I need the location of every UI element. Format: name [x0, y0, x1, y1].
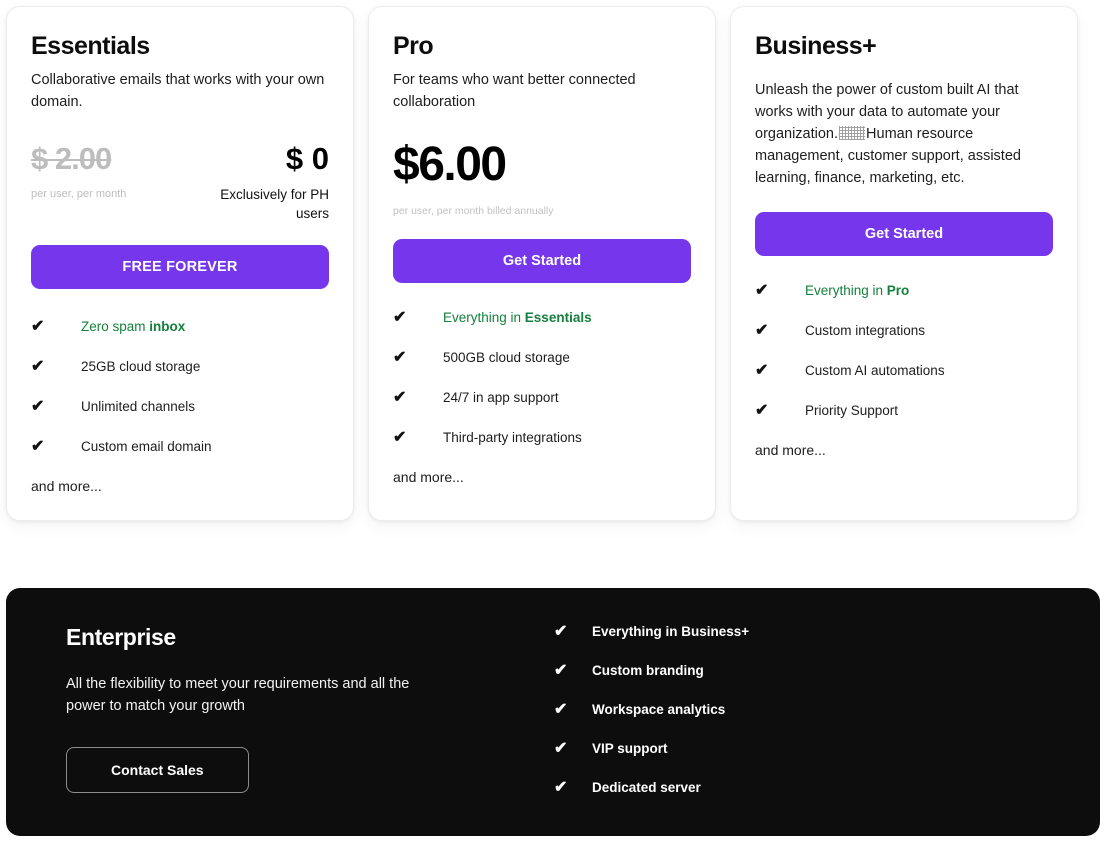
feature-item: ✔ Custom email domain	[31, 438, 329, 455]
feature-label: Custom integrations	[805, 323, 926, 338]
enterprise-feature-list: ✔ Everything in Business+ ✔ Custom brand…	[506, 588, 749, 836]
check-icon: ✔	[755, 282, 769, 299]
enterprise-feature-item: ✔ VIP support	[554, 741, 749, 757]
check-icon: ✔	[31, 318, 45, 335]
enterprise-feature-item: ✔ Dedicated server	[554, 780, 749, 796]
plan-description-business-plus: Unleash the power of custom built AI tha…	[755, 82, 1021, 186]
enterprise-feature-label: Custom branding	[592, 663, 704, 678]
check-icon: ✔	[755, 322, 769, 339]
plan-name-essentials: Essentials	[31, 32, 150, 60]
feature-item: ✔ Everything in Essentials	[393, 309, 691, 326]
feature-item: ✔ Everything in Pro	[755, 282, 1053, 299]
check-icon: ✔	[393, 349, 407, 366]
feature-list-essentials: ✔ Zero spam inbox ✔ 25GB cloud storage ✔…	[31, 318, 329, 494]
feature-label: 24/7 in app support	[443, 390, 559, 405]
plan-name-pro: Pro	[393, 32, 434, 60]
feature-label: Third-party integrations	[443, 430, 582, 445]
old-price-block: $ 2.00 per user, per month	[31, 143, 186, 201]
feature-label: Unlimited channels	[81, 399, 196, 414]
feature-item: ✔ Custom AI automations	[755, 362, 1053, 379]
plan-name-business-plus: Business+	[755, 32, 877, 60]
plan-description-essentials: Collaborative emails that works with you…	[31, 72, 325, 110]
check-icon: ✔	[554, 701, 568, 718]
and-more-text: and more...	[31, 478, 102, 494]
enterprise-description: All the flexibility to meet your require…	[66, 675, 410, 714]
feature-label: 25GB cloud storage	[81, 359, 201, 374]
check-icon: ✔	[31, 358, 45, 375]
new-price-note: Exclusively for PH users	[220, 187, 329, 221]
feature-label: Everything in Pro	[805, 283, 910, 298]
feature-list-business-plus: ✔ Everything in Pro ✔ Custom integration…	[755, 282, 1053, 458]
price-pro: $6.00	[393, 138, 507, 191]
feature-label: Custom email domain	[81, 439, 212, 454]
get-started-button-pro[interactable]: Get Started	[393, 239, 691, 283]
check-icon: ✔	[31, 398, 45, 415]
enterprise-feature-label: Everything in Business+	[592, 624, 750, 639]
plan-description-pro: For teams who want better connected coll…	[393, 72, 636, 110]
get-started-button-business-plus[interactable]: Get Started	[755, 212, 1053, 256]
pricing-card-essentials: Essentials Collaborative emails that wor…	[6, 6, 354, 521]
feature-label: Zero spam inbox	[81, 319, 186, 334]
free-forever-button[interactable]: FREE FOREVER	[31, 245, 329, 289]
check-icon: ✔	[31, 438, 45, 455]
old-price: $ 2.00	[31, 141, 112, 176]
enterprise-section: Enterprise All the flexibility to meet y…	[6, 588, 1100, 836]
check-icon: ✔	[554, 662, 568, 679]
feature-label: Everything in Essentials	[443, 310, 592, 325]
and-more-text: and more...	[393, 469, 464, 485]
feature-label: Custom AI automations	[805, 363, 945, 378]
feature-item: ✔ Priority Support	[755, 402, 1053, 419]
feature-list-pro: ✔ Everything in Essentials ✔ 500GB cloud…	[393, 309, 691, 485]
new-price-block: $ 0 Exclusively for PH users	[198, 143, 329, 223]
price-subtext-pro: per user, per month billed annually	[393, 205, 554, 217]
feature-item: ✔ Zero spam inbox	[31, 318, 329, 335]
feature-item: ✔ 24/7 in app support	[393, 389, 691, 406]
contact-sales-button[interactable]: Contact Sales	[66, 746, 249, 793]
pricing-page: Essentials Collaborative emails that wor…	[0, 0, 1108, 843]
feature-item: ✔ 500GB cloud storage	[393, 349, 691, 366]
enterprise-feature-label: Dedicated server	[592, 780, 701, 795]
feature-label: Priority Support	[805, 403, 899, 418]
check-icon: ✔	[393, 309, 407, 326]
enterprise-feature-label: Workspace analytics	[592, 702, 726, 717]
enterprise-feature-item: ✔ Everything in Business+	[554, 624, 749, 640]
price-row-essentials: $ 2.00 per user, per month $ 0 Exclusive…	[31, 143, 329, 223]
new-price: $ 0	[285, 141, 329, 176]
enterprise-title: Enterprise	[66, 624, 176, 650]
enterprise-feature-label: VIP support	[592, 741, 668, 756]
pricing-card-pro: Pro For teams who want better connected …	[368, 6, 716, 521]
old-price-subtext: per user, per month	[31, 188, 127, 200]
check-icon: ✔	[755, 362, 769, 379]
feature-item: ✔ Custom integrations	[755, 322, 1053, 339]
feature-item: ✔ 25GB cloud storage	[31, 358, 329, 375]
check-icon: ✔	[554, 779, 568, 796]
check-icon: ✔	[554, 740, 568, 757]
check-icon: ✔	[554, 623, 568, 640]
pricing-cards-row: Essentials Collaborative emails that wor…	[6, 6, 1102, 521]
check-icon: ✔	[393, 389, 407, 406]
feature-item: ✔ Third-party integrations	[393, 429, 691, 446]
enterprise-feature-item: ✔ Custom branding	[554, 663, 749, 679]
check-icon: ✔	[755, 402, 769, 419]
check-icon: ✔	[393, 429, 407, 446]
and-more-text: and more...	[755, 442, 826, 458]
missing-glyph-icon	[839, 126, 866, 140]
enterprise-left-column: Enterprise All the flexibility to meet y…	[6, 588, 506, 836]
pricing-card-business-plus: Business+ Unleash the power of custom bu…	[730, 6, 1078, 521]
feature-item: ✔ Unlimited channels	[31, 398, 329, 415]
feature-label: 500GB cloud storage	[443, 350, 570, 365]
enterprise-feature-item: ✔ Workspace analytics	[554, 702, 749, 718]
